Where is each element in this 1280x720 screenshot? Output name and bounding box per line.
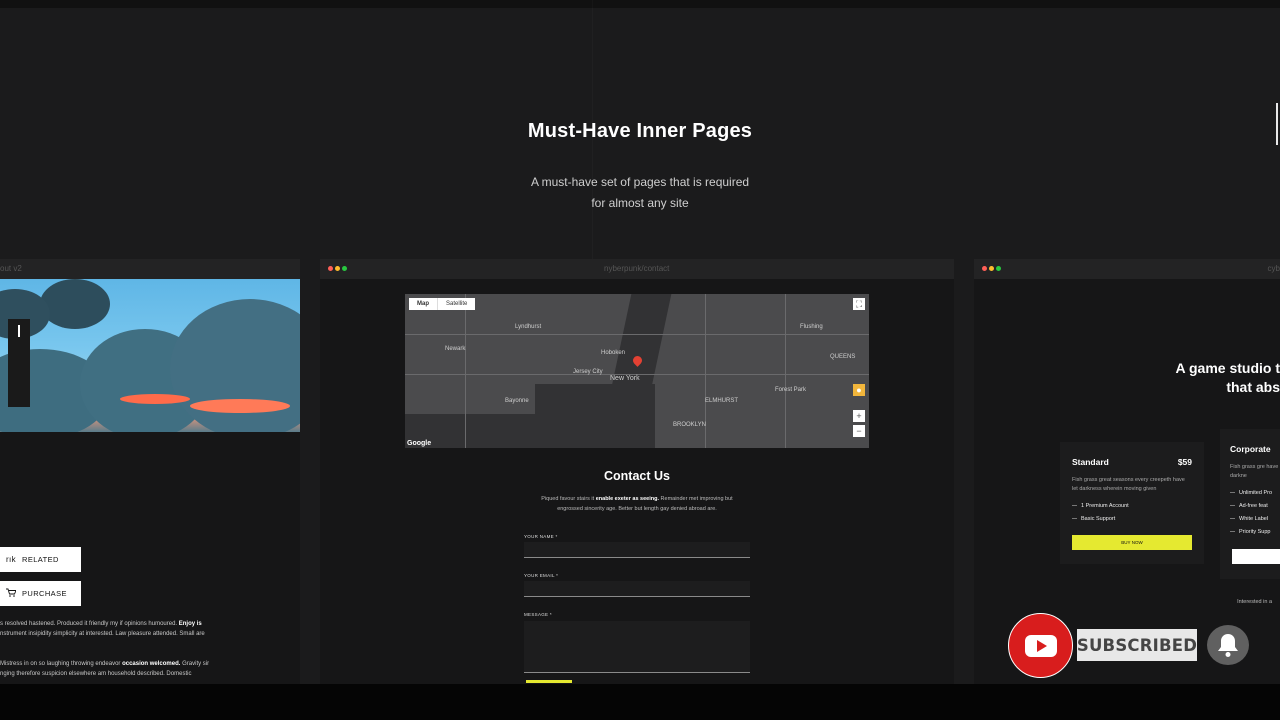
fullscreen-icon[interactable]: ⛶ [853,298,865,310]
plan-feature: Ad-free feat [1230,503,1268,509]
map-label: Bayonne [505,398,529,404]
preview-card-about[interactable]: out v2 rık RELATED PURCHASE s resolved h… [0,259,300,684]
bell-icon [1218,634,1238,657]
browser-bar: cyb [974,259,1280,279]
window-minimize-dot [989,266,994,271]
top-strip [0,0,1280,8]
plan-title: Corporate [1230,444,1271,454]
map-label: Hoboken [601,350,626,356]
subscribed-button[interactable]: SUBSCRIBED [1077,629,1197,661]
pegman-icon[interactable]: ● [853,384,865,396]
youtube-logo-button[interactable] [1008,613,1073,678]
browser-url: cyb [1267,264,1280,273]
window-minimize-dot [335,266,340,271]
section-title: Must-Have Inner Pages [527,120,753,142]
map-label: Jersey City [573,369,603,375]
email-field[interactable] [524,581,750,597]
zoom-in-button[interactable]: + [853,410,865,422]
plan-price: $59 [1177,457,1192,467]
browser-url: out v2 [0,264,22,273]
plan-feature: Priority Supp [1230,529,1271,535]
map-label: Flushing [800,324,823,330]
email-label: YOUR EMAIL * [524,573,559,578]
map-embed[interactable]: Map Satellite ⛶ ● + − New York Newark Je… [405,294,869,448]
plan-feature: White Label [1230,516,1268,522]
browser-url: nyberpunk/contact [604,264,670,273]
plan-title: Standard [1072,457,1109,467]
related-label: RELATED [22,555,59,564]
map-label: QUEENS [830,354,856,360]
window-maximize-dot [342,266,347,271]
contact-title: Contact Us [604,469,670,483]
pricing-card-standard[interactable]: Standard $59 Fish grass great seasons ev… [1060,442,1204,564]
map-label: ELMHURST [705,398,739,404]
about-paragraph-1: s resolved hastened. Produced it friendl… [0,621,205,637]
plan-description: Fish grass great seasons every creepeth … [1072,477,1185,492]
map-label: Newark [445,346,466,352]
window-close-dot [982,266,987,271]
plan-feature: Unlimited Pro [1230,490,1272,496]
section-subtitle: A must-have set of pages that is require… [490,172,790,214]
youtube-icon [1024,634,1057,657]
cart-icon [0,588,22,599]
window-close-dot [328,266,333,271]
map-label: Lyndhurst [515,324,542,330]
browser-bar: out v2 [0,259,300,279]
zoom-out-button[interactable]: − [853,425,865,437]
related-icon: rık [5,555,17,564]
preview-card-contact[interactable]: nyberpunk/contact Map Satellite ⛶ ● + − … [320,259,954,684]
hero-illustration [0,279,300,432]
plan-feature: 1 Premium Account [1072,503,1129,509]
name-label: YOUR NAME * [524,534,558,539]
map-city-label: New York [610,375,640,382]
video-bottom-bar [0,684,1280,720]
about-paragraph-2: Mistress in on so laughing throwing ende… [0,661,210,677]
message-field[interactable] [524,621,750,673]
pricing-card-corporate[interactable]: Corporate Fish grass gre have let darkne… [1220,429,1280,579]
related-button[interactable]: rık RELATED [0,547,81,572]
subtitle-line-1: A must-have set of pages that is require… [530,175,750,189]
window-maximize-dot [996,266,1001,271]
name-field[interactable] [524,542,750,558]
studio-headline: A game studio t that abs [1175,360,1280,395]
map-tab[interactable]: Map [409,298,438,310]
map-label: BROOKLYN [673,422,706,428]
notification-bell-button[interactable] [1207,625,1249,665]
message-label: MESSAGE * [524,612,552,617]
interested-text: Interested in a [1237,599,1272,605]
slider-indicator[interactable] [8,319,30,407]
contact-description: Piqued favour stairs it enable exeter as… [541,496,733,512]
map-label: Forest Park [775,387,807,393]
subtitle-line-2: for almost any site [591,196,689,210]
submit-button[interactable] [526,680,572,683]
buy-now-button[interactable]: BUY NOW [1072,535,1192,550]
google-logo: Google [407,440,432,447]
purchase-label: PURCHASE [22,589,67,598]
corporate-buy-button[interactable] [1232,549,1280,564]
purchase-button[interactable]: PURCHASE [0,581,81,606]
plan-description: Fish grass gre have let darkne [1230,464,1280,479]
plan-feature: Basic Support [1072,516,1115,522]
browser-bar: nyberpunk/contact [320,259,954,279]
satellite-tab[interactable]: Satellite [438,298,475,310]
map-type-tabs[interactable]: Map Satellite [409,298,476,310]
